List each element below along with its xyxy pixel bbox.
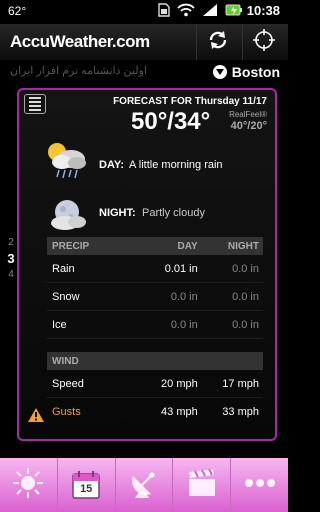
video-clapper-icon	[185, 466, 219, 505]
refresh-button[interactable]	[202, 26, 234, 58]
header-divider	[196, 24, 197, 60]
night-value: 0.0 in	[232, 318, 259, 331]
sun-icon	[11, 466, 45, 505]
row-label: Snow	[52, 290, 80, 303]
day-condition: A little morning rain	[129, 159, 223, 171]
radar-dish-icon	[127, 466, 161, 505]
precip-header-row: PRECIP DAY NIGHT	[47, 237, 263, 255]
wind-header: WIND	[52, 355, 79, 367]
calendar-day: 15	[80, 483, 93, 495]
bottom-nav: 15	[0, 458, 288, 512]
day-value: 0.0 in	[170, 290, 198, 303]
night-label: NIGHT:	[99, 207, 136, 219]
crosshair-icon	[252, 28, 276, 57]
day-value: 0.01 in	[164, 262, 198, 275]
page-current: 3	[7, 251, 15, 266]
app-logo: AccuWeather.com	[10, 32, 150, 51]
day-header: DAY	[177, 240, 198, 252]
status-time: 10:38	[246, 3, 280, 18]
nav-current-conditions[interactable]	[0, 458, 58, 512]
day-value: 43 mph	[161, 406, 198, 418]
night-value: 33 mph	[222, 406, 259, 418]
day-value: 20 mph	[161, 377, 198, 390]
location-selector[interactable]: Boston	[212, 64, 280, 80]
warning-icon	[28, 408, 44, 427]
city-name: Boston	[231, 64, 280, 80]
page-indicator[interactable]: 2 3 4	[4, 236, 18, 282]
forecast-temps: 50°/34°	[131, 108, 211, 135]
moon-cloud-icon	[43, 196, 91, 236]
realfeel-value: 40°/20°	[230, 120, 267, 132]
nav-forecast[interactable]: 15	[58, 458, 116, 512]
signal-icon	[202, 3, 218, 22]
table-row: Ice 0.0 in 0.0 in	[47, 311, 263, 339]
night-value: 17 mph	[222, 377, 259, 390]
day-label: DAY:	[99, 159, 125, 171]
sim-icon	[158, 2, 170, 22]
nav-videos[interactable]	[173, 458, 232, 512]
night-condition: Partly cloudy	[142, 207, 205, 219]
more-dots-icon	[243, 476, 277, 494]
table-row: Speed 20 mph 17 mph	[47, 370, 263, 398]
status-bar: 62° 10:38	[0, 0, 288, 24]
forecast-card: FORECAST FOR Thursday 11/17 50°/34° Real…	[17, 88, 277, 441]
row-label: Rain	[52, 262, 75, 275]
wifi-icon	[177, 3, 195, 22]
refresh-icon	[207, 29, 229, 56]
table-row: Rain 0.01 in 0.0 in	[47, 255, 263, 283]
page-next[interactable]: 4	[4, 268, 18, 282]
night-header: NIGHT	[227, 240, 259, 252]
forecast-title: FORECAST FOR Thursday 11/17	[113, 96, 267, 107]
night-value: 0.0 in	[232, 262, 259, 275]
status-temperature: 62°	[8, 4, 27, 18]
precip-header: PRECIP	[52, 240, 90, 252]
nav-more[interactable]	[231, 458, 288, 512]
table-row: Snow 0.0 in 0.0 in	[47, 283, 263, 311]
nav-radar[interactable]	[116, 458, 174, 512]
row-label: Speed	[52, 377, 84, 390]
watermark-text: اولین دانشنامه نرم افزار ایران	[10, 65, 147, 77]
day-value: 0.0 in	[170, 318, 198, 331]
row-label: Gusts	[52, 406, 81, 418]
header-divider	[242, 24, 243, 60]
menu-icon[interactable]	[24, 94, 46, 114]
locate-button[interactable]	[248, 26, 280, 58]
night-value: 0.0 in	[232, 290, 259, 303]
precip-table: PRECIP DAY NIGHT Rain 0.01 in 0.0 in Sno…	[47, 237, 263, 339]
calendar-icon: 15	[71, 470, 101, 500]
realfeel-label: RealFeel®	[229, 110, 267, 119]
rain-cloud-icon	[43, 140, 91, 180]
wind-table: WIND Speed 20 mph 17 mph Gusts 43 mph 33…	[47, 352, 263, 426]
app-header: AccuWeather.com	[0, 24, 288, 60]
battery-icon	[225, 3, 243, 22]
table-row: Gusts 43 mph 33 mph	[47, 398, 263, 426]
page-prev[interactable]: 2	[4, 236, 18, 250]
row-label: Ice	[52, 318, 67, 331]
dropdown-icon	[212, 65, 227, 79]
wind-header-row: WIND	[47, 352, 263, 370]
